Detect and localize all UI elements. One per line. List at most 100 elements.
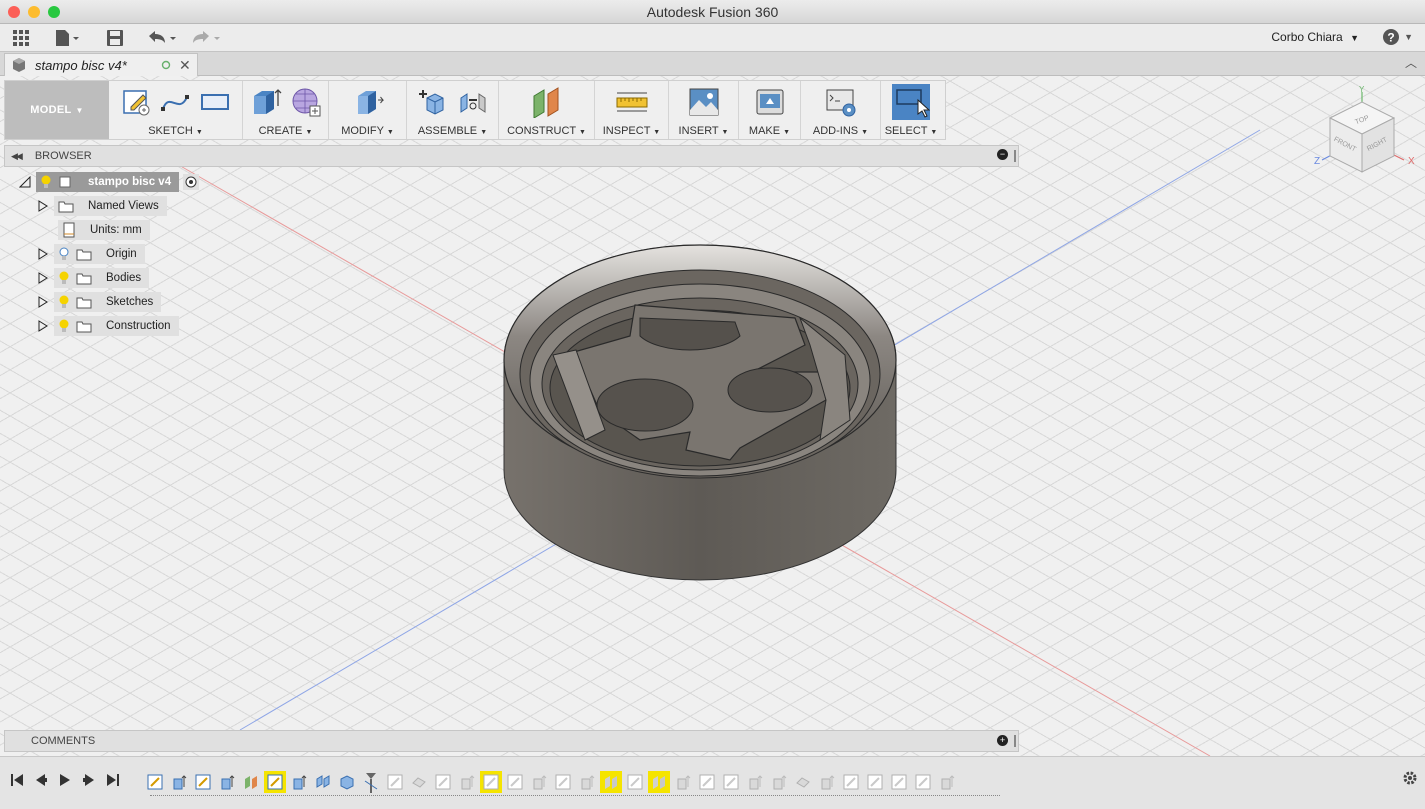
mold-body[interactable] (503, 244, 897, 581)
save-button[interactable] (106, 28, 124, 48)
view-cube[interactable]: TOP FRONT RIGHT X Y Z (1312, 84, 1422, 184)
timeline-extrude-feature-icon[interactable] (528, 771, 550, 793)
origin-node[interactable]: Origin (54, 244, 145, 264)
lightbulb-on-icon[interactable] (58, 319, 70, 333)
units-node[interactable]: Units: mm (58, 220, 150, 240)
timeline-sketch-feature-icon[interactable] (504, 771, 526, 793)
insert-group[interactable]: INSERT ▼ (669, 81, 739, 139)
undo-button[interactable] (146, 28, 180, 48)
sketch-group[interactable]: SKETCH ▼ (109, 81, 243, 139)
timeline-sketch-feature-icon[interactable] (552, 771, 574, 793)
construction-node[interactable]: Construction (54, 316, 179, 336)
timeline-sketch-feature-icon[interactable] (144, 771, 166, 793)
timeline-sketch-feature-icon[interactable] (480, 771, 502, 793)
go-to-end-icon[interactable] (106, 772, 120, 788)
close-window-button[interactable] (8, 6, 20, 18)
timeline-sketch-feature-icon[interactable] (624, 771, 646, 793)
go-to-start-icon[interactable] (10, 772, 24, 788)
timeline-extrude-feature-icon[interactable] (216, 771, 238, 793)
timeline-sketch-feature-icon[interactable] (912, 771, 934, 793)
timeline-extrude-feature-icon[interactable] (768, 771, 790, 793)
timeline-plane-feature-icon[interactable] (648, 771, 670, 793)
step-forward-icon[interactable] (82, 772, 96, 788)
panel-grip-icon[interactable] (1014, 735, 1016, 747)
timeline-offset-feature-icon[interactable] (312, 771, 334, 793)
named-views-node[interactable]: Named Views (54, 196, 167, 216)
add-comment-icon[interactable]: + (997, 735, 1008, 746)
tree-item-units[interactable]: Units: mm (58, 220, 150, 240)
add-ins-group[interactable]: ADD-INS ▼ (801, 81, 881, 139)
lightbulb-on-icon[interactable] (58, 271, 70, 285)
timeline-sketch-feature-icon[interactable] (264, 771, 286, 793)
browser-minimize-icon[interactable]: − (997, 149, 1008, 160)
timeline-extrude-feature-icon[interactable] (168, 771, 190, 793)
timeline-settings-gear-icon[interactable] (1401, 769, 1419, 787)
tree-item-named-views[interactable]: Named Views (18, 196, 167, 216)
make-group[interactable]: MAKE ▼ (739, 81, 801, 139)
timeline-combine-feature-icon[interactable] (792, 771, 814, 793)
timeline-marker-feature-icon[interactable] (360, 771, 382, 793)
timeline-plane-feature-icon[interactable] (240, 771, 262, 793)
lightbulb-on-icon[interactable] (58, 295, 70, 309)
tree-item-sketches[interactable]: Sketches (18, 292, 162, 312)
collapsed-triangle-icon[interactable] (36, 199, 50, 213)
timeline-sketch-feature-icon[interactable] (696, 771, 718, 793)
minimize-window-button[interactable] (28, 6, 40, 18)
tree-item-bodies[interactable]: Bodies (18, 268, 150, 288)
timeline-extrude-feature-icon[interactable] (936, 771, 958, 793)
timeline-sketch-feature-icon[interactable] (192, 771, 214, 793)
timeline-plane-feature-icon[interactable] (600, 771, 622, 793)
redo-button[interactable] (190, 28, 224, 48)
browser-panel-header[interactable]: ◀◀ BROWSER − (4, 145, 1019, 167)
collapse-panel-icon[interactable]: ◀◀ (11, 151, 23, 162)
canvas-viewport[interactable]: TOP FRONT RIGHT X Y Z (0, 76, 1425, 756)
inspect-group[interactable]: INSPECT ▼ (595, 81, 669, 139)
collapsed-triangle-icon[interactable] (36, 271, 50, 285)
timeline-sketch-feature-icon[interactable] (840, 771, 862, 793)
play-icon[interactable] (58, 772, 72, 788)
construct-group[interactable]: CONSTRUCT ▼ (499, 81, 595, 139)
select-group[interactable]: SELECT ▼ (881, 81, 941, 139)
data-panel-button[interactable] (12, 28, 30, 48)
bodies-node[interactable]: Bodies (54, 268, 150, 288)
collapsed-triangle-icon[interactable] (36, 319, 50, 333)
timeline-extrude-feature-icon[interactable] (672, 771, 694, 793)
tree-item-origin[interactable]: Origin (18, 244, 145, 264)
timeline-extrude-feature-icon[interactable] (744, 771, 766, 793)
help-button[interactable]: ? ▼ (1382, 28, 1413, 46)
step-back-icon[interactable] (34, 772, 48, 788)
sketches-node[interactable]: Sketches (54, 292, 162, 312)
close-tab-icon[interactable]: ✕ (179, 57, 191, 74)
modify-group[interactable]: MODIFY ▼ (329, 81, 407, 139)
timeline-sketch-feature-icon[interactable] (384, 771, 406, 793)
timeline-combine-feature-icon[interactable] (408, 771, 430, 793)
workspace-switcher[interactable]: MODEL ▼ (5, 81, 109, 139)
collapsed-triangle-icon[interactable] (36, 295, 50, 309)
user-account-menu[interactable]: Corbo Chiara ▼ (1271, 30, 1359, 44)
comments-panel-header[interactable]: COMMENTS + (4, 730, 1019, 752)
create-group[interactable]: CREATE ▼ (243, 81, 329, 139)
timeline-sketch-feature-icon[interactable] (432, 771, 454, 793)
file-menu-button[interactable] (54, 28, 80, 48)
timeline-box-feature-icon[interactable] (336, 771, 358, 793)
zoom-window-button[interactable] (48, 6, 60, 18)
timeline-sketch-feature-icon[interactable] (864, 771, 886, 793)
timeline-sketch-feature-icon[interactable] (720, 771, 742, 793)
collapsed-triangle-icon[interactable] (36, 247, 50, 261)
timeline-extrude-feature-icon[interactable] (456, 771, 478, 793)
tree-root-node[interactable]: stampo bisc v4 (36, 172, 180, 192)
timeline-sketch-feature-icon[interactable] (888, 771, 910, 793)
timeline-extrude-feature-icon[interactable] (576, 771, 598, 793)
timeline-extrude-feature-icon[interactable] (288, 771, 310, 793)
lightbulb-off-icon[interactable] (58, 247, 70, 261)
lightbulb-on-icon[interactable] (40, 175, 52, 189)
tree-item-construction[interactable]: Construction (18, 316, 179, 336)
panel-grip-icon[interactable] (1014, 150, 1016, 162)
expanded-triangle-icon[interactable] (18, 175, 32, 189)
assemble-group[interactable]: ASSEMBLE ▼ (407, 81, 499, 139)
document-tab[interactable]: stampo bisc v4* ✕ (4, 53, 198, 76)
collapse-toolbar-icon[interactable]: ︿ (1405, 54, 1417, 71)
activate-radio-icon[interactable] (183, 174, 200, 190)
tree-root-row[interactable]: stampo bisc v4 (18, 172, 200, 192)
timeline-extrude-feature-icon[interactable] (816, 771, 838, 793)
